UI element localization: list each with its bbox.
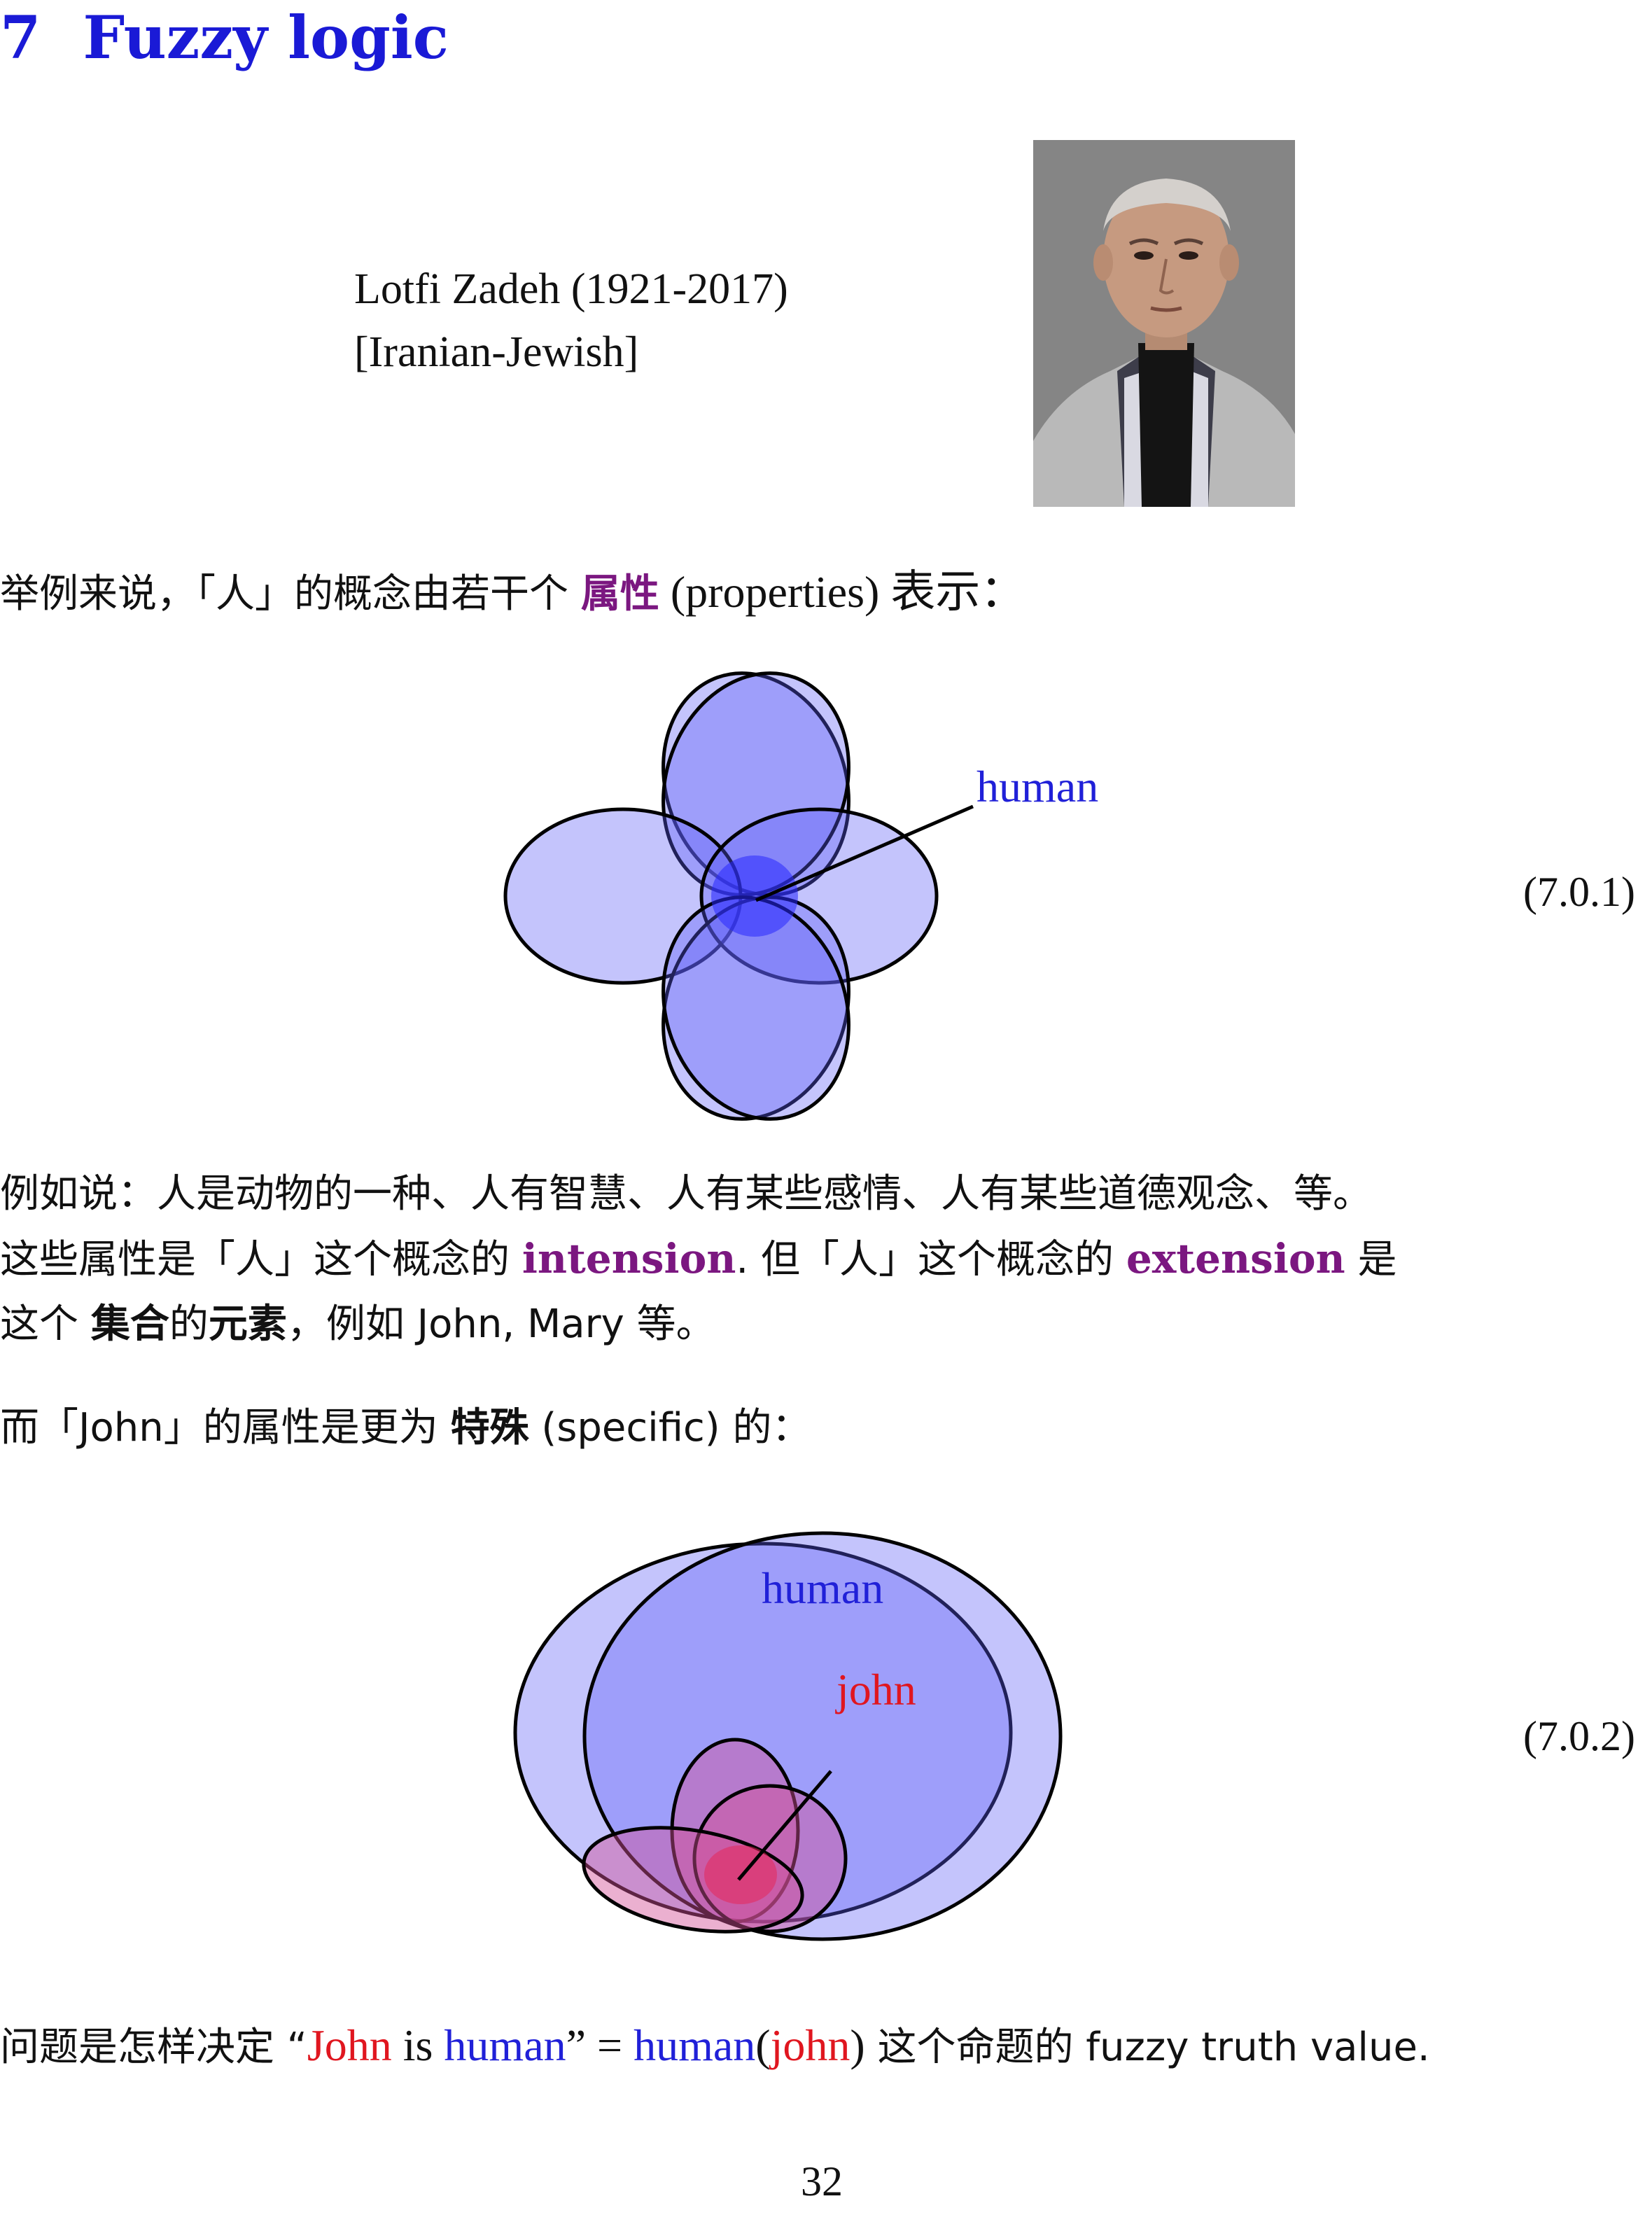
- john-paragraph: 而「John」的属性是更为 特殊 (specific) 的：: [0, 1396, 811, 1460]
- term-specific: 特殊: [450, 1405, 529, 1451]
- portrait-origin: [Iranian-Jewish]: [354, 328, 639, 376]
- question-john-2: john: [770, 2020, 850, 2070]
- extension-paragraph: 例如说：人是动物的一种、人有智慧、人有某些感情、人有某些道德观念、等。 这些属性…: [0, 1162, 1397, 1357]
- section-number: 7: [0, 3, 41, 72]
- question-text-a: 问题是怎样决定 “: [0, 2025, 307, 2070]
- question-close: ” =: [566, 2020, 634, 2070]
- section-title: Fuzzy logic: [83, 3, 449, 72]
- term-intension: intension: [522, 1235, 736, 1283]
- question-paren-open: (: [755, 2020, 771, 2070]
- question-text-b: 这个命题的 fuzzy truth value.: [864, 2025, 1430, 2070]
- extension-line-3-b: 的: [169, 1301, 209, 1347]
- question-human: human: [444, 2020, 566, 2070]
- human-john-venn-diagram: human john: [513, 1531, 1063, 1941]
- john-text-b: (specific) 的：: [528, 1405, 811, 1451]
- question-paragraph: 问题是怎样决定 “John is human” = human(john) 这个…: [0, 2013, 1430, 2080]
- question-john: John: [307, 2020, 392, 2070]
- extension-line-2-c: 是: [1345, 1237, 1397, 1283]
- page-number: 32: [801, 2158, 843, 2204]
- extension-line-3-a: 这个: [0, 1301, 91, 1347]
- question-paren-close: ): [850, 2020, 865, 2070]
- extension-line-2-a: 这些属性是「人」这个概念的: [0, 1237, 522, 1283]
- extension-line-3: 这个 集合的元素，例如 John, Mary 等。: [0, 1292, 1397, 1357]
- intro-paragraph: 举例来说，「人」的概念由若干个 属性 (properties) 表示：: [0, 560, 1025, 627]
- intro-text-b: (properties) 表示：: [659, 567, 1026, 617]
- intro-term-properties: 属性: [580, 571, 659, 617]
- john-text-a: 而「John」的属性是更为: [0, 1405, 451, 1451]
- flower-venn-diagram: human: [503, 671, 1098, 1121]
- equation-number-1: (7.0.1): [1523, 869, 1635, 915]
- figure2-label-human: human: [762, 1563, 883, 1613]
- term-extension: extension: [1126, 1235, 1345, 1283]
- portrait-caption: Lotfi Zadeh (1921-2017) [Iranian-Jewish]: [354, 258, 788, 384]
- extension-line-2-b: . 但「人」这个概念的: [736, 1237, 1126, 1283]
- extension-line-3-c: ，例如 John, Mary 等。: [286, 1301, 715, 1347]
- figure2-label-john: john: [835, 1665, 916, 1714]
- intro-text-a: 举例来说，「人」的概念由若干个: [0, 571, 581, 617]
- question-human-2: human: [634, 2020, 756, 2070]
- extension-line-2: 这些属性是「人」这个概念的 intension. 但「人」这个概念的 exten…: [0, 1227, 1397, 1292]
- term-element: 元素: [208, 1301, 287, 1347]
- portrait-illustration: [1033, 140, 1295, 507]
- term-set: 集合: [90, 1301, 169, 1347]
- section-heading: 7 Fuzzy logic: [0, 3, 449, 72]
- extension-line-1: 例如说：人是动物的一种、人有智慧、人有某些感情、人有某些道德观念、等。: [0, 1171, 1372, 1217]
- question-is: is: [391, 2020, 444, 2070]
- portrait-photo: [1033, 140, 1295, 507]
- venn-center: [711, 855, 798, 937]
- portrait-name: Lotfi Zadeh (1921-2017): [354, 265, 788, 313]
- figure1-label-human: human: [976, 762, 1098, 811]
- equation-number-2: (7.0.2): [1523, 1713, 1635, 1759]
